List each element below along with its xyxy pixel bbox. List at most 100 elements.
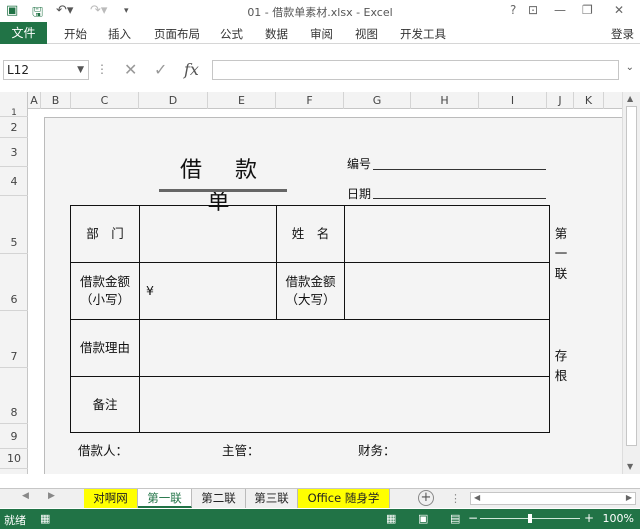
sheet-tab-copy-1[interactable]: 第一联 <box>138 489 192 508</box>
sign-in-link[interactable]: 登录 <box>611 26 634 42</box>
column-header-g[interactable]: G <box>344 92 411 109</box>
scroll-up-icon[interactable]: ▲ <box>627 94 633 103</box>
zoom-out-icon[interactable]: − <box>468 511 478 525</box>
row-headers: 1 2 3 4 5 6 7 8 9 10 11 <box>0 109 28 474</box>
ribbon-options-icon[interactable]: ⊡ <box>528 3 538 17</box>
remark-value-cell[interactable] <box>139 376 550 433</box>
number-field-line[interactable] <box>373 169 546 170</box>
scrollbar-thumb[interactable] <box>626 106 637 446</box>
column-header-j[interactable]: J <box>547 92 574 109</box>
zoom-slider[interactable] <box>480 514 580 523</box>
row-header-5[interactable]: 5 <box>0 196 28 254</box>
title-underline <box>159 189 287 192</box>
select-all-corner[interactable] <box>0 92 28 109</box>
row-header-9[interactable]: 9 <box>0 424 28 449</box>
scroll-right-icon[interactable]: ▶ <box>626 493 632 502</box>
sheet-tab-copy-3[interactable]: 第三联 <box>246 489 298 508</box>
table-row: 借款理由 <box>70 319 550 377</box>
tab-file[interactable]: 文件 <box>0 22 47 44</box>
column-header-k[interactable]: K <box>574 92 604 109</box>
amount-lower-value-cell[interactable]: ¥ <box>139 262 277 320</box>
title-bar: ▣ 🖫 ↶▾ ↷▾ ▾ 01 - 借款单素材.xlsx - Excel ? ⊡ … <box>0 0 640 22</box>
zoom-slider-knob[interactable] <box>528 514 532 523</box>
tab-view[interactable]: 视图 <box>355 26 378 42</box>
row-header-10[interactable]: 10 <box>0 449 28 469</box>
dept-label-cell: 部 门 <box>70 205 140 263</box>
zoom-level[interactable]: 100% <box>603 512 634 525</box>
column-header-e[interactable]: E <box>208 92 276 109</box>
row-header-4[interactable]: 4 <box>0 167 28 196</box>
horizontal-scrollbar[interactable]: ◀ ▶ <box>470 492 636 505</box>
zoom-in-icon[interactable]: + <box>584 511 594 525</box>
supervisor-label: 主管： <box>222 443 260 458</box>
amount-upper-value-cell[interactable] <box>344 262 550 320</box>
scroll-left-icon[interactable]: ◀ <box>474 493 480 502</box>
add-sheet-icon[interactable]: + <box>418 490 434 506</box>
column-header-b[interactable]: B <box>41 92 71 109</box>
remark-label: 备注 <box>92 396 118 412</box>
tab-scroll-left-icon[interactable]: ◀ <box>22 491 29 501</box>
row-header-3[interactable]: 3 <box>0 138 28 167</box>
tab-home[interactable]: 开始 <box>64 26 87 42</box>
page-break-view-icon[interactable]: ▤ <box>450 512 460 525</box>
tab-formulas[interactable]: 公式 <box>220 26 243 42</box>
tab-insert[interactable]: 插入 <box>108 26 131 42</box>
amount-lower-label: 借款金额 <box>79 274 130 289</box>
minimize-icon[interactable]: — <box>554 3 566 17</box>
stub-char: 一 <box>554 246 568 261</box>
sheet-tab-copy-2[interactable]: 第二联 <box>192 489 246 508</box>
cancel-icon[interactable]: ✕ <box>124 60 137 79</box>
tab-developer[interactable]: 开发工具 <box>400 26 446 42</box>
enter-icon[interactable]: ✓ <box>154 60 167 79</box>
column-header-h[interactable]: H <box>411 92 479 109</box>
row-header-2[interactable]: 2 <box>0 117 28 138</box>
sheet-canvas[interactable]: 借 款 单 编号 日期 部 门 姓 名 借款金额 （小写） ¥ 借款金额 （大写… <box>28 109 622 474</box>
column-header-a[interactable]: A <box>28 92 41 109</box>
vertical-scrollbar[interactable]: ▲ ▼ <box>622 92 640 474</box>
row-header-8[interactable]: 8 <box>0 368 28 424</box>
page-layout-view-icon[interactable]: ▣ <box>418 512 428 525</box>
insert-function-icon[interactable]: fx <box>184 60 199 79</box>
stub-char: 存 <box>554 348 568 363</box>
help-icon[interactable]: ? <box>510 3 516 17</box>
amount-upper-label: 借款金额 <box>285 274 336 289</box>
column-header-c[interactable]: C <box>71 92 139 109</box>
scroll-down-icon[interactable]: ▼ <box>627 462 633 471</box>
status-ready: 就绪 <box>4 514 26 527</box>
row-header-11[interactable]: 11 <box>0 469 28 474</box>
tab-page-layout[interactable]: 页面布局 <box>154 26 200 42</box>
row-header-1[interactable]: 1 <box>0 109 28 118</box>
expand-formula-bar-icon[interactable]: ⌄ <box>626 62 634 73</box>
reason-label: 借款理由 <box>79 340 130 355</box>
column-header-d[interactable]: D <box>139 92 208 109</box>
worksheet-grid: A B C D E F G H I J K 1 2 3 4 5 6 7 8 9 … <box>0 92 622 474</box>
tab-review[interactable]: 审阅 <box>310 26 333 42</box>
name-box[interactable]: L12 ▼ <box>3 60 89 80</box>
column-header-i[interactable]: I <box>479 92 547 109</box>
grip-icon[interactable]: ⋮ <box>450 492 461 505</box>
chevron-down-icon[interactable]: ▼ <box>77 61 84 79</box>
name-box-value: L12 <box>7 63 29 77</box>
sheet-tab-office-learn[interactable]: Office 随身学 <box>298 489 390 508</box>
restore-icon[interactable]: ❐ <box>582 3 593 17</box>
row-header-6[interactable]: 6 <box>0 254 28 311</box>
formula-bar: L12 ▼ ⋮ ✕ ✓ fx ⌄ <box>0 52 640 86</box>
amount-lower-label-cell: 借款金额 （小写） <box>70 262 140 320</box>
tab-data[interactable]: 数据 <box>265 26 288 42</box>
loan-slip-form: 借 款 单 编号 日期 部 门 姓 名 借款金额 （小写） ¥ 借款金额 （大写… <box>44 117 622 474</box>
reason-value-cell[interactable] <box>139 319 550 377</box>
normal-view-icon[interactable]: ▦ <box>386 512 396 525</box>
row-header-7[interactable]: 7 <box>0 311 28 368</box>
finance-label: 财务： <box>358 443 396 458</box>
formula-input[interactable] <box>212 60 619 80</box>
macro-record-icon[interactable]: ▦ <box>40 512 50 525</box>
dept-value-cell[interactable] <box>139 205 277 263</box>
date-field-line[interactable] <box>373 198 546 199</box>
tab-scroll-right-icon[interactable]: ▶ <box>48 491 55 501</box>
close-icon[interactable]: ✕ <box>614 3 624 17</box>
name-value-cell[interactable] <box>344 205 550 263</box>
column-header-f[interactable]: F <box>276 92 344 109</box>
sheet-tab-duiawang[interactable]: 对啊网 <box>84 489 138 508</box>
remark-label-cell: 备注 <box>70 376 140 433</box>
grip-icon: ⋮ <box>96 62 108 76</box>
